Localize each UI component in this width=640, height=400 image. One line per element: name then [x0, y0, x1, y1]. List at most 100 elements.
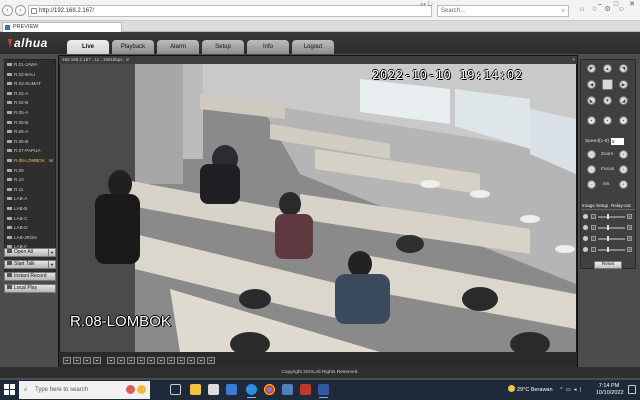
ptz-down-right-icon[interactable]: ◢ — [619, 96, 628, 105]
tab-playback[interactable]: Playback — [112, 40, 154, 54]
edge-browser-icon[interactable] — [246, 384, 257, 398]
volume-icon[interactable]: ◂) — [574, 387, 585, 393]
forward-arrow-icon[interactable]: › — [15, 5, 26, 16]
internet-explorer-icon[interactable] — [318, 384, 329, 398]
ptz-up-icon[interactable]: ▲ — [603, 64, 612, 73]
local-play-button[interactable]: Local Play — [4, 284, 56, 293]
search-icon[interactable]: ⌕ — [562, 6, 565, 16]
camera-list-item[interactable]: R.11 — [5, 185, 55, 195]
speed-select[interactable]: 5 — [611, 138, 624, 145]
back-arrow-icon[interactable]: ‹ — [2, 5, 13, 16]
camera-list-item[interactable]: R.06-A — [5, 127, 55, 137]
live-video-feed[interactable]: 2022-10-10 19:14:02 R.08-LOMBOK — [60, 64, 576, 352]
camera-list-item[interactable]: R.09 — [5, 166, 55, 176]
tab-info[interactable]: Info — [247, 40, 289, 54]
ptz-aux-1-icon[interactable]: • — [587, 116, 596, 125]
ptz-aux-2-icon[interactable]: • — [603, 116, 612, 125]
maximize-icon[interactable]: □ — [608, 1, 624, 8]
contrast-knob[interactable] — [606, 225, 609, 230]
search-dropdown-icon[interactable]: ⌕▾ — [420, 2, 426, 8]
hue-slider[interactable]: - + — [583, 246, 633, 254]
file-explorer-icon[interactable] — [190, 384, 201, 395]
notification-icon[interactable] — [628, 385, 636, 394]
chevron-down-icon[interactable]: ▼ — [48, 249, 55, 256]
reset-button[interactable]: Reset — [594, 261, 622, 269]
layout-1-icon[interactable] — [63, 357, 71, 364]
close-stream-icon[interactable]: × — [572, 56, 575, 64]
photos-icon[interactable] — [282, 384, 293, 395]
ptz-left-icon[interactable]: ◀ — [587, 80, 596, 89]
refresh-icon[interactable]: ↻ — [428, 2, 433, 8]
brightness-knob[interactable] — [606, 214, 609, 219]
instant-record-button[interactable]: Instant Record — [4, 272, 56, 281]
layout-9-icon[interactable] — [83, 357, 91, 364]
camera-list-item[interactable]: LAB-B — [5, 204, 55, 214]
focus-far-button[interactable]: + — [619, 165, 628, 174]
camera-list-item[interactable]: R.04-A — [5, 89, 55, 99]
brightness-slider[interactable]: - + — [583, 213, 633, 221]
layout-16-icon[interactable] — [93, 357, 101, 364]
browser-search-input[interactable]: Search... ⌕ — [437, 5, 569, 17]
camera-list-item[interactable]: R.01-JAWA — [5, 60, 55, 70]
camera-list-item[interactable]: LAB-D — [5, 223, 55, 233]
hue-increase-button[interactable]: + — [627, 247, 632, 252]
fit-icon[interactable] — [157, 357, 165, 364]
close-icon[interactable]: ✕ — [624, 0, 640, 8]
audio-icon[interactable] — [137, 357, 145, 364]
mail-icon[interactable] — [226, 384, 237, 395]
ptz-up-right-icon[interactable]: ◥ — [619, 64, 628, 73]
zoom-in-button[interactable]: + — [619, 150, 628, 159]
tab-relay-out[interactable]: Relay-out — [611, 202, 631, 210]
chrome-icon[interactable] — [264, 384, 275, 395]
saturation-increase-button[interactable]: + — [627, 236, 632, 241]
stream-icon[interactable] — [167, 357, 175, 364]
fullscreen-icon[interactable] — [107, 357, 115, 364]
camera-list-item[interactable]: LAB-JRGN — [5, 233, 55, 243]
tab-alarm[interactable]: Alarm — [157, 40, 199, 54]
camera-list-item[interactable]: R.07-PAPUA — [5, 146, 55, 156]
ptz-aux-3-icon[interactable]: • — [619, 116, 628, 125]
contrast-slider[interactable]: - + — [583, 224, 633, 232]
ptz-down-left-icon[interactable]: ◣ — [587, 96, 596, 105]
windows-start-icon[interactable] — [4, 384, 16, 396]
zoom-out-button[interactable]: − — [587, 150, 596, 159]
hue-knob[interactable] — [606, 247, 609, 252]
close-all-icon[interactable] — [177, 357, 185, 364]
pdf-app-icon[interactable] — [300, 384, 311, 395]
camera-list-item[interactable]: R.10 — [5, 175, 55, 185]
taskbar-search-input[interactable]: ⌕ Type here to search — [19, 381, 150, 399]
saturation-knob[interactable] — [606, 236, 609, 241]
camera-list-item[interactable]: LAB-A — [5, 194, 55, 204]
start-talk-button[interactable]: Start Talk ▼ — [4, 260, 56, 269]
weather-widget[interactable]: 29°C Berawan — [508, 380, 553, 400]
ptz-center-icon[interactable] — [602, 79, 613, 90]
browser-tab[interactable]: PREVIEW — [2, 22, 122, 32]
contrast-decrease-button[interactable]: - — [591, 225, 596, 230]
store-icon[interactable] — [208, 384, 219, 395]
record-icon[interactable] — [127, 357, 135, 364]
info-icon[interactable] — [207, 357, 215, 364]
camera-list-item[interactable]: R.08-LOMBOK M — [5, 156, 55, 166]
tab-setup[interactable]: Setup — [202, 40, 244, 54]
sync-icon[interactable] — [197, 357, 205, 364]
focus-near-button[interactable]: − — [587, 165, 596, 174]
camera-list-item[interactable]: R.03-SUMAT — [5, 79, 55, 89]
ptz-right-icon[interactable]: ▶ — [619, 80, 628, 89]
hue-decrease-button[interactable]: - — [591, 247, 596, 252]
iris-open-button[interactable]: + — [619, 180, 628, 189]
camera-list-item[interactable]: R.05-B — [5, 118, 55, 128]
tab-logout[interactable]: Logout — [292, 40, 334, 54]
minimize-icon[interactable]: – — [592, 1, 608, 8]
iris-close-button[interactable]: − — [587, 180, 596, 189]
camera-list-item[interactable]: LAB-C — [5, 214, 55, 224]
zoom-icon[interactable] — [147, 357, 155, 364]
tab-live[interactable]: Live — [67, 40, 109, 54]
open-all-button[interactable]: Open All ▼ — [4, 248, 56, 257]
url-field[interactable]: http://192.168.2.167/ — [28, 5, 432, 17]
network-icon[interactable]: ▭ — [566, 387, 574, 393]
saturation-decrease-button[interactable]: - — [591, 236, 596, 241]
saturation-slider[interactable]: - + — [583, 235, 633, 243]
camera-list-item[interactable]: R.05-A — [5, 108, 55, 118]
layout-4-icon[interactable] — [73, 357, 81, 364]
home-icon[interactable]: ⌂ — [580, 6, 591, 13]
